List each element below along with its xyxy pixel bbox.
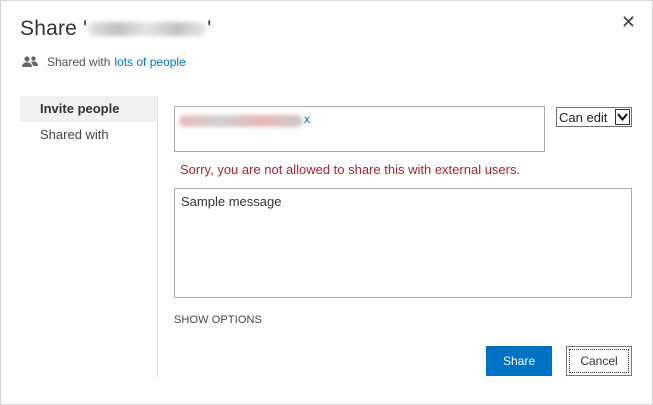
vertical-divider: [157, 96, 158, 378]
error-message: Sorry, you are not allowed to share this…: [180, 162, 521, 177]
shared-with-link[interactable]: lots of people: [114, 55, 185, 69]
sidebar-item-shared-with[interactable]: Shared with: [20, 122, 158, 148]
message-textarea[interactable]: Sample message: [174, 188, 632, 298]
shared-summary: Shared with lots of people: [21, 55, 186, 69]
chevron-down-icon[interactable]: [615, 109, 630, 125]
dialog-title: Share ' ': [20, 17, 212, 41]
permission-selected-value: Can edit: [559, 109, 608, 125]
close-icon[interactable]: ✕: [621, 12, 636, 32]
sidebar-item-invite-people[interactable]: Invite people: [20, 96, 158, 122]
redacted-recipient: [179, 115, 303, 127]
permission-select[interactable]: Can edit: [556, 107, 632, 127]
remove-recipient-button[interactable]: x: [304, 112, 310, 126]
shared-with-text: Shared with: [47, 55, 111, 69]
title-suffix: ': [207, 17, 212, 40]
sidebar-item-label: Invite people: [40, 101, 120, 116]
share-button[interactable]: Share: [486, 346, 552, 376]
cancel-button[interactable]: Cancel: [566, 346, 632, 376]
title-prefix: Share ': [20, 17, 88, 40]
sidebar-nav: Invite people Shared with: [20, 96, 158, 148]
sidebar-item-label: Shared with: [40, 127, 109, 142]
invite-people-input[interactable]: x: [174, 106, 545, 152]
people-icon: [22, 56, 38, 67]
show-options-link[interactable]: SHOW OPTIONS: [174, 314, 262, 326]
share-dialog: Share ' ' ✕ Shared with lots of people In…: [0, 0, 653, 405]
redacted-item-name: [88, 22, 207, 37]
